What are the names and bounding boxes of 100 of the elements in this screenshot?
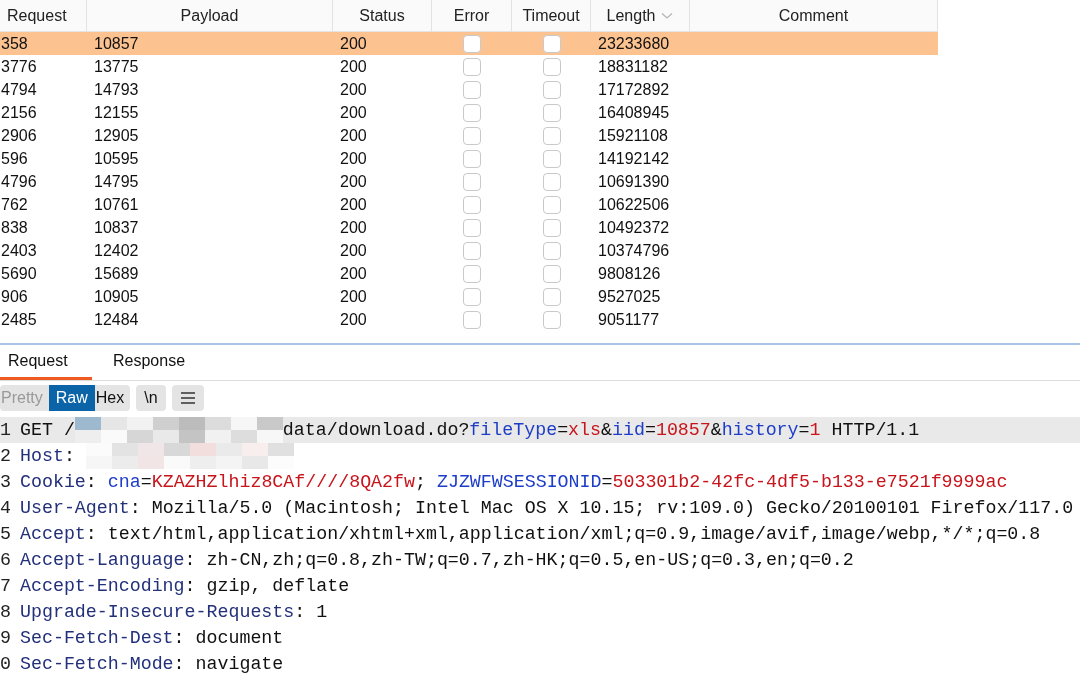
table-cell: 15689: [94, 264, 139, 283]
table-cell: 9808126: [598, 264, 661, 283]
table-cell: 762: [1, 195, 28, 214]
table-cell: 13775: [94, 57, 139, 76]
checkbox[interactable]: [463, 218, 481, 237]
table-cell: 200: [340, 310, 367, 329]
code-text: :: [85, 472, 98, 492]
checkbox[interactable]: [542, 264, 561, 283]
parameter-name: ZJZWFWSESSIONID: [436, 472, 602, 492]
header-name: Sec-Fetch-Dest: [20, 628, 174, 648]
menu-button[interactable]: [171, 385, 204, 411]
code-text: ;: [415, 472, 427, 492]
header-name: User-Agent: [20, 498, 130, 518]
checkbox[interactable]: [463, 241, 481, 260]
checkbox[interactable]: [542, 287, 561, 306]
checkbox[interactable]: [542, 310, 561, 329]
code-text: HTTP/1.1: [830, 420, 920, 440]
header-name: Cookie: [20, 472, 86, 492]
checkbox[interactable]: [542, 241, 561, 260]
header-name: Accept-Language: [20, 550, 185, 570]
view-mode-button[interactable]: Hex: [94, 385, 131, 411]
table-cell: 10857: [94, 34, 139, 53]
table-row[interactable]: 4796 14795 200 10691390: [0, 170, 938, 193]
code-text: data/download.do?: [282, 420, 470, 440]
checkbox[interactable]: [463, 126, 481, 145]
code-text: : 1: [294, 602, 328, 622]
checkbox[interactable]: [542, 57, 561, 76]
checkbox[interactable]: [463, 57, 481, 76]
code-text: =: [798, 420, 810, 440]
code-text: GET /: [20, 420, 75, 440]
table-row[interactable]: 2906 12905 200 15921108: [0, 124, 938, 147]
table-cell: 10595: [94, 149, 139, 168]
column-header[interactable]: Length: [591, 0, 690, 31]
table-cell: 3776: [1, 57, 37, 76]
column-header[interactable]: Timeout: [512, 0, 591, 31]
code-text: =: [644, 420, 656, 440]
line-number: 0: [0, 654, 12, 674]
table-cell: 12155: [94, 103, 139, 122]
table-cell: 200: [340, 103, 367, 122]
view-mode-button[interactable]: Raw: [48, 385, 95, 411]
checkbox[interactable]: [463, 172, 481, 191]
menu-icon: [179, 391, 196, 405]
header-name: Accept-Encoding: [20, 576, 185, 596]
checkbox[interactable]: [542, 149, 561, 168]
table-row[interactable]: 906 10905 200 9527025: [0, 285, 938, 308]
table-row[interactable]: 3776 13775 200 18831182: [0, 55, 938, 78]
table-row[interactable]: 2156 12155 200 16408945: [0, 101, 938, 124]
table-cell: 18831182: [598, 57, 668, 76]
table-row[interactable]: 4794 14793 200 17172892: [0, 78, 938, 101]
column-header[interactable]: Request: [0, 0, 87, 31]
table-cell: 906: [1, 287, 28, 306]
newline-toggle-button[interactable]: \n: [136, 385, 166, 411]
checkbox[interactable]: [463, 149, 481, 168]
tab[interactable]: Request: [0, 345, 92, 380]
table-cell: 4796: [1, 172, 37, 191]
table-cell: 10905: [94, 287, 139, 306]
table-row[interactable]: 5690 15689 200 9808126: [0, 262, 938, 285]
checkbox[interactable]: [542, 195, 561, 214]
line-number: 9: [0, 628, 12, 648]
code-text: : document: [173, 628, 284, 648]
line-number: 8: [0, 602, 12, 622]
column-header[interactable]: Error: [432, 0, 512, 31]
table-cell: 2485: [1, 310, 37, 329]
column-header[interactable]: Status: [333, 0, 432, 31]
checkbox[interactable]: [542, 172, 561, 191]
table-cell: 14793: [94, 80, 139, 99]
table-row[interactable]: 358 10857 200 23233680: [0, 32, 938, 55]
checkbox[interactable]: [463, 34, 481, 53]
table-row[interactable]: 838 10837 200 10492372: [0, 216, 938, 239]
code-text: : Mozilla/5.0 (Macintosh; Intel Mac OS X 10.15; rv:109.0) Gecko/20100101 Firefox/117.0: [129, 498, 1074, 518]
code-text: : navigate: [173, 654, 284, 674]
checkbox[interactable]: [542, 103, 561, 122]
table-row[interactable]: 2485 12484 200 9051177: [0, 308, 938, 331]
checkbox[interactable]: [463, 80, 481, 99]
code-text: : gzip, deflate: [184, 576, 350, 596]
checkbox[interactable]: [542, 80, 561, 99]
parameter-name: fileType: [469, 420, 558, 440]
parameter-value: 503301b2-42fc-4df5-b133-e7521f9999ac: [612, 472, 1008, 492]
checkbox[interactable]: [542, 126, 561, 145]
code-text: =: [557, 420, 569, 440]
checkbox[interactable]: [542, 218, 561, 237]
table-row[interactable]: 596 10595 200 14192142: [0, 147, 938, 170]
tab[interactable]: Response: [92, 345, 196, 380]
code-text: &: [710, 420, 722, 440]
column-header[interactable]: Payload: [87, 0, 333, 31]
table-row[interactable]: 2403 12402 200 10374796: [0, 239, 938, 262]
checkbox[interactable]: [542, 34, 561, 53]
table-cell: 15921108: [598, 126, 668, 145]
parameter-value: 10857: [655, 420, 711, 440]
checkbox[interactable]: [463, 287, 481, 306]
table-cell: 17172892: [598, 80, 670, 99]
parameter-name: cna: [107, 472, 141, 492]
column-header[interactable]: Comment: [690, 0, 938, 31]
checkbox[interactable]: [463, 195, 481, 214]
code-text: =: [601, 472, 613, 492]
table-cell: 14795: [94, 172, 139, 191]
table-row[interactable]: 762 10761 200 10622506: [0, 193, 938, 216]
checkbox[interactable]: [463, 103, 481, 122]
checkbox[interactable]: [463, 310, 481, 329]
checkbox[interactable]: [463, 264, 481, 283]
